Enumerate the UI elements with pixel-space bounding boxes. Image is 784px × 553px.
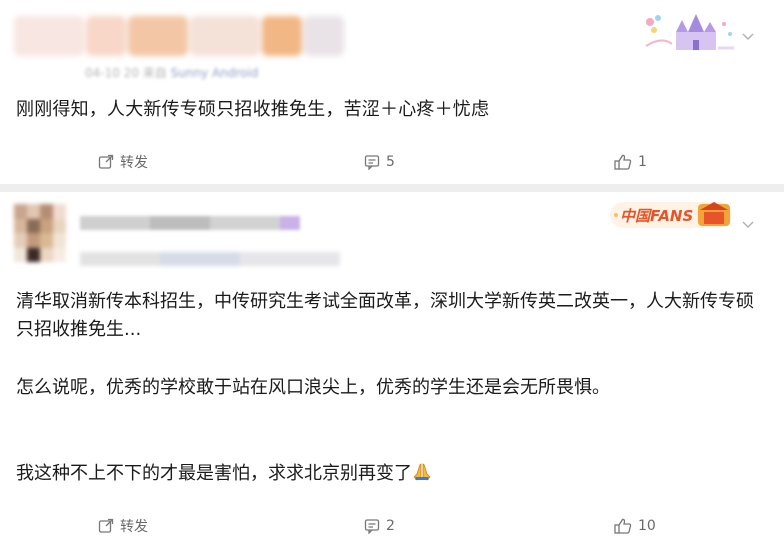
repost-label: 转发	[120, 519, 148, 535]
post-paragraph-3: 我这种不上不下的才最是害怕，求求北京别再变了	[16, 460, 756, 488]
source-prefix: 来自	[142, 66, 167, 80]
chevron-down-icon[interactable]	[742, 30, 754, 44]
source-link[interactable]: Sunny Android	[171, 66, 259, 80]
castle-badge-icon[interactable]	[642, 10, 738, 54]
redacted-username	[80, 216, 300, 230]
comment-icon	[364, 154, 380, 170]
fans-badge[interactable]: 中国FANS	[608, 198, 738, 232]
post-meta: 04-10 20 来自 Sunny Android	[85, 64, 258, 81]
comment-count: 2	[386, 518, 395, 534]
praying-hands-icon	[412, 462, 432, 482]
repost-label: 转发	[120, 155, 148, 171]
post-separator	[0, 184, 784, 192]
fans-badge-text: 中国FANS	[620, 207, 694, 225]
post-text: 刚刚得知，人大新传专硕只招收推免生，苦涩＋心疼＋忧虑	[16, 99, 490, 120]
redacted-post-meta	[80, 252, 340, 266]
thumbs-up-icon	[614, 154, 632, 170]
avatar[interactable]	[14, 204, 66, 262]
post-date: 04-10 20	[85, 66, 139, 80]
post-paragraph-1: 清华取消新传本科招生，中传研究生考试全面改革，深圳大学新传英二改英一，人大新传专…	[16, 291, 754, 340]
repost-icon	[98, 154, 114, 170]
like-button[interactable]: 1	[614, 150, 647, 174]
chevron-down-icon[interactable]	[742, 218, 754, 232]
weibo-post-2: 中国FANS 清华取消新传本科招生，中传研究生考试全面改革，深圳大学新传英二改英…	[0, 192, 784, 553]
post-actions: 转发 2 10	[0, 514, 784, 538]
weibo-post-1: 04-10 20 来自 Sunny Android 刚刚得知，人大新传专硕只招收…	[0, 0, 784, 184]
comment-button[interactable]: 5	[364, 150, 395, 174]
post-paragraph-3-text: 我这种不上不下的才最是害怕，求求北京别再变了	[16, 463, 412, 484]
repost-button[interactable]: 转发	[98, 514, 148, 538]
comment-icon	[364, 518, 380, 534]
post-paragraph-2: 怎么说呢，优秀的学校敢于站在风口浪尖上，优秀的学生还是会无所畏惧。	[16, 377, 610, 398]
like-count: 10	[638, 518, 656, 534]
comment-count: 5	[386, 154, 395, 170]
thumbs-up-icon	[614, 518, 632, 534]
like-count: 1	[638, 154, 647, 170]
redacted-user-header	[14, 16, 364, 58]
comment-button[interactable]: 2	[364, 514, 395, 538]
repost-icon	[98, 518, 114, 534]
post-actions: 转发 5 1	[0, 150, 784, 174]
like-button[interactable]: 10	[614, 514, 656, 538]
repost-button[interactable]: 转发	[98, 150, 148, 174]
